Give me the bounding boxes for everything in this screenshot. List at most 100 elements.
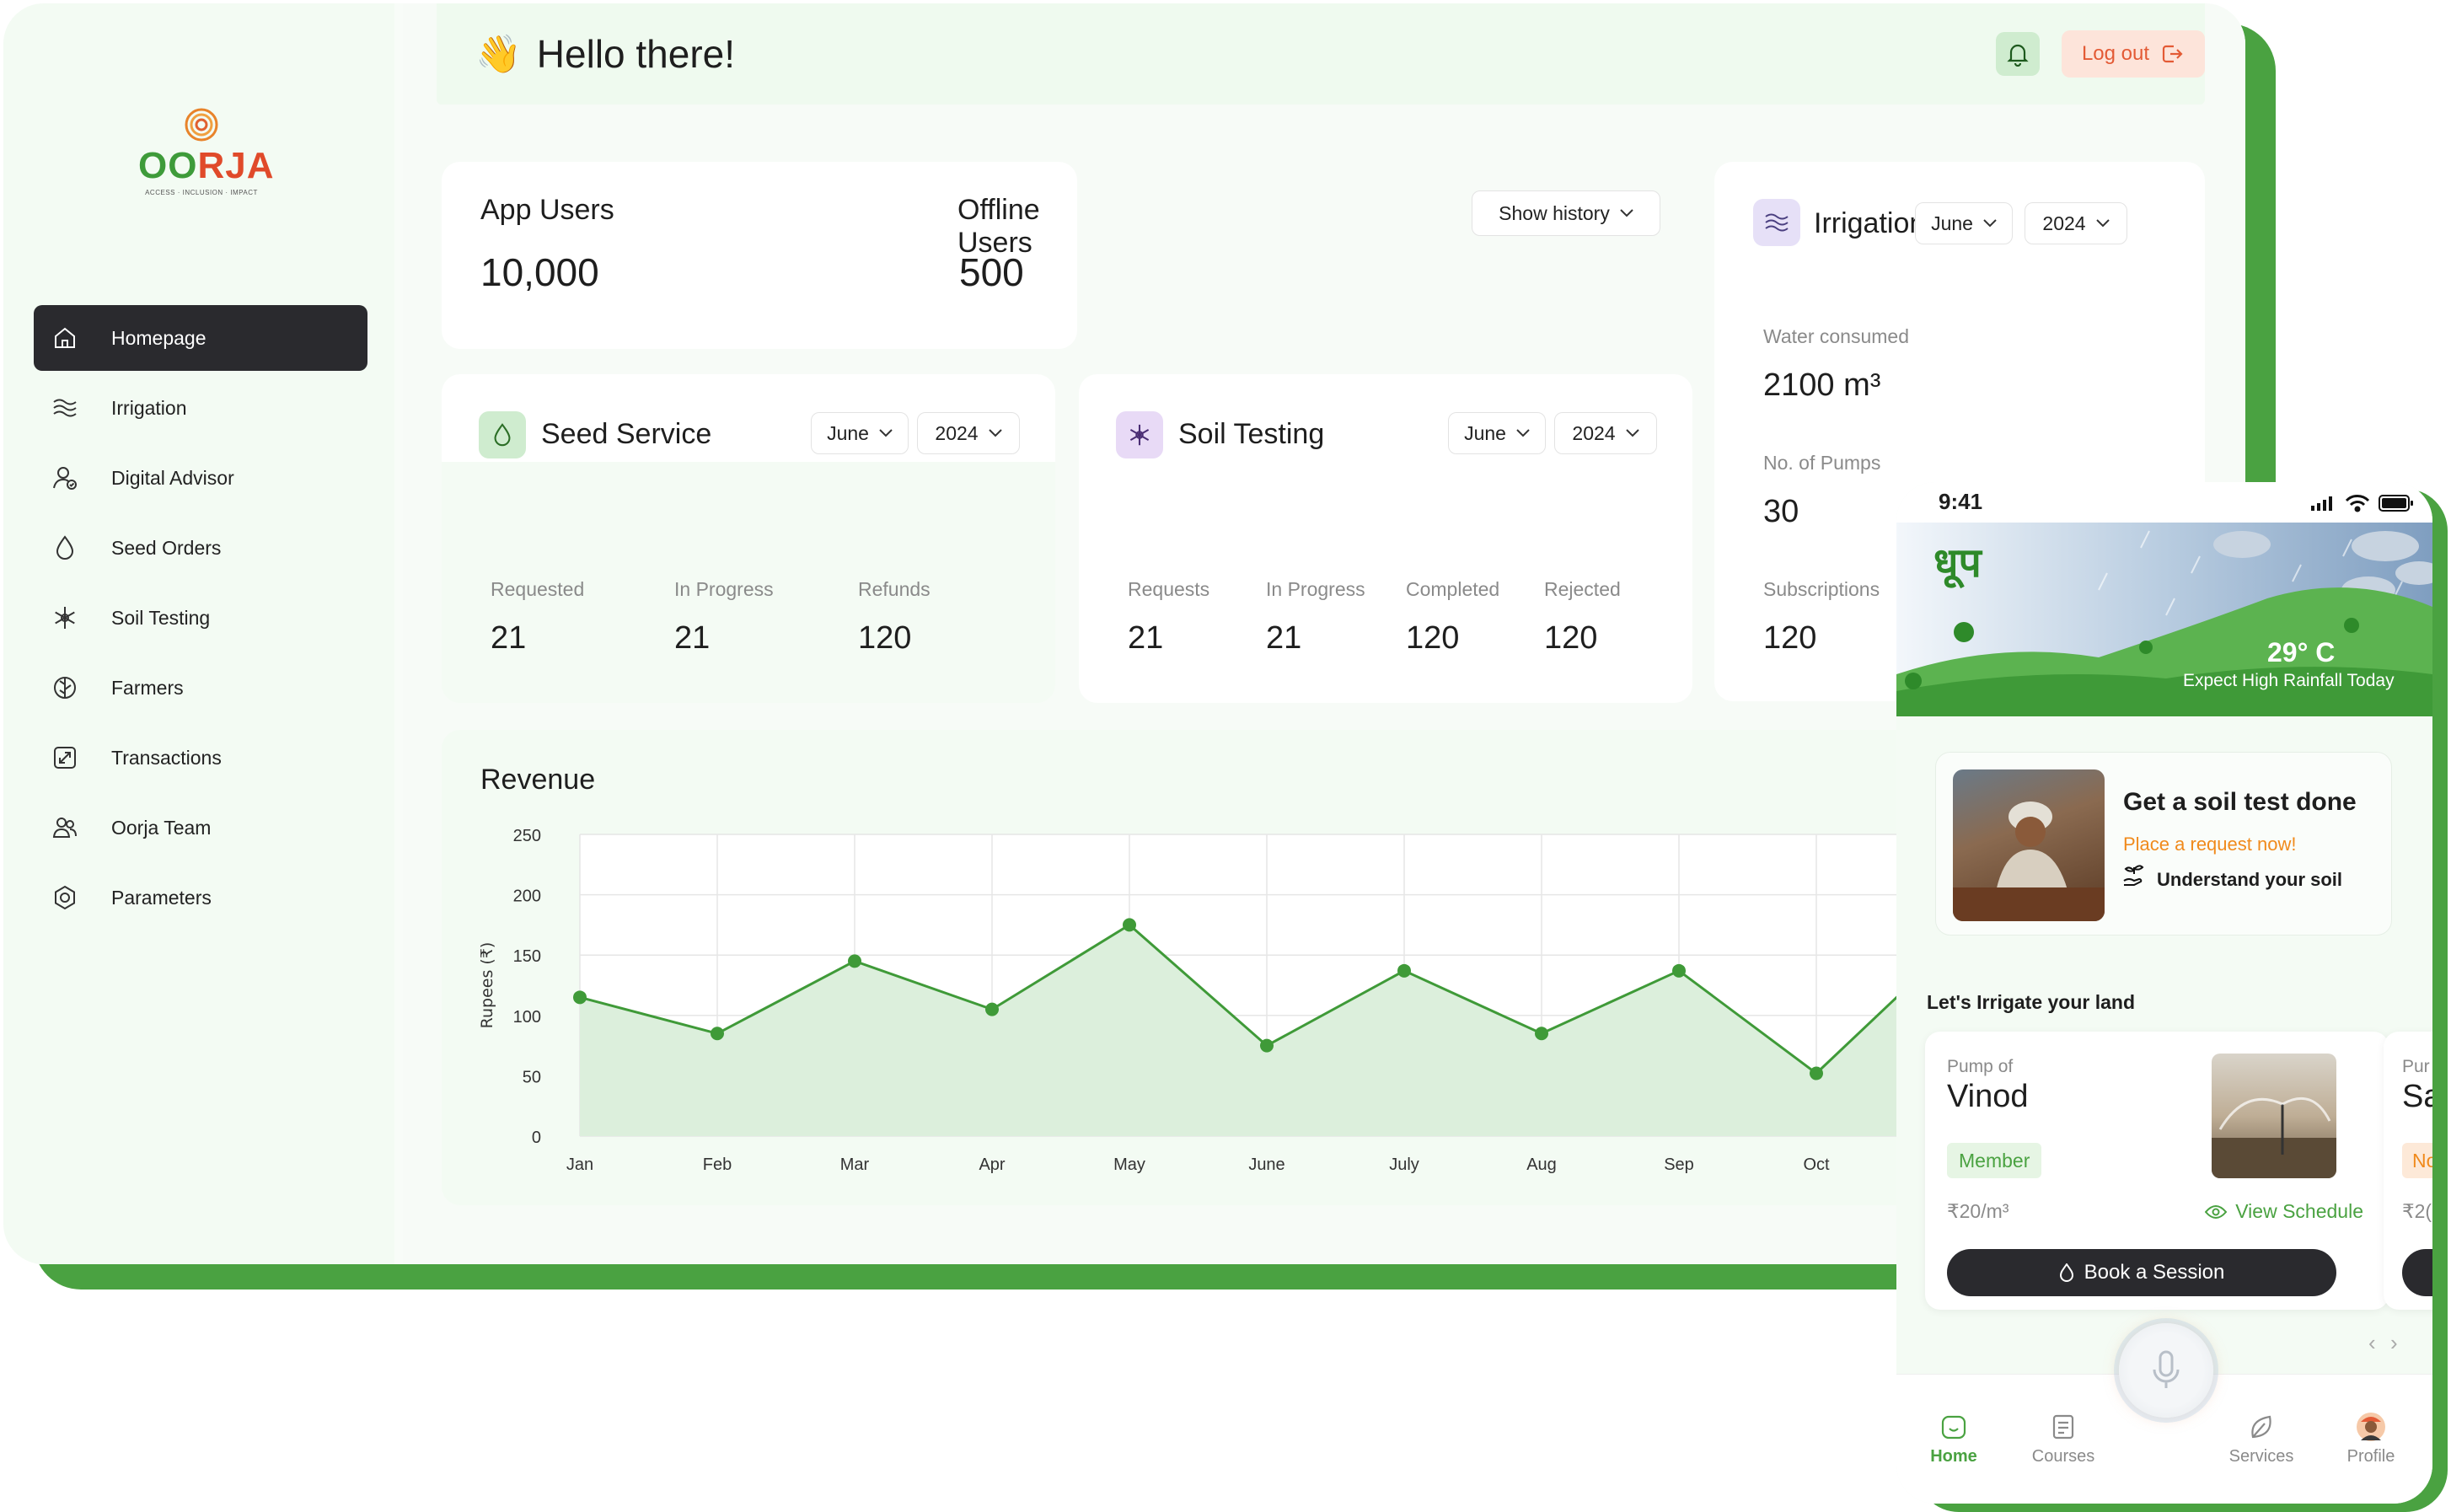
soil-card-title: Get a soil test done [2123, 788, 2357, 816]
eye-icon [2205, 1204, 2228, 1219]
irrigation-month-dropdown[interactable]: June [1915, 202, 2013, 244]
soil-completed-label: Completed [1406, 578, 1500, 600]
water-consumed-value: 2100 m³ [1763, 367, 1881, 403]
x-tick-label: Apr [979, 1155, 1005, 1174]
logout-button[interactable]: Log out [2062, 30, 2205, 78]
chevron-down-icon [879, 429, 893, 437]
soil-month-dropdown[interactable]: June [1448, 412, 1546, 454]
advisor-icon [53, 467, 77, 490]
pump-card-next[interactable]: Pur Sa No ₹2( [2384, 1032, 2432, 1310]
book-session-button-2[interactable] [2402, 1249, 2432, 1296]
x-tick-label: Aug [1526, 1155, 1557, 1174]
data-point [1672, 963, 1686, 978]
data-point [1260, 1038, 1274, 1053]
sidebar-item-label: Irrigation [111, 396, 187, 419]
nav-services[interactable]: Services [2215, 1412, 2308, 1466]
waves-icon [53, 399, 77, 417]
x-tick-label: Jan [566, 1155, 593, 1174]
pump-owner-name: Vinod [1947, 1079, 2029, 1114]
nav-services-label: Services [2228, 1447, 2294, 1466]
irrigation-month-label: June [1931, 212, 1973, 234]
chevron-down-icon [1625, 429, 1639, 437]
data-point [1123, 918, 1136, 932]
sprinkler-illustration [2212, 1096, 2336, 1178]
sidebar: OORJA ACCESS · INCLUSION · IMPACT Homepa… [3, 3, 394, 1264]
pumps-value: 30 [1763, 494, 1799, 529]
sidebar-item-parameters[interactable]: Parameters [34, 865, 367, 930]
nav-profile-label: Profile [2346, 1447, 2395, 1466]
show-history-label: Show history [1499, 201, 1610, 224]
seed-in-progress-label: In Progress [674, 578, 774, 600]
seed-year-dropdown[interactable]: 2024 [917, 412, 1020, 454]
show-history-dropdown[interactable]: Show history [1472, 190, 1660, 236]
forecast: Expect High Rainfall Today [2183, 671, 2395, 690]
offline-users-value: 500 [959, 250, 1024, 294]
sidebar-item-soil-testing[interactable]: Soil Testing [34, 585, 367, 651]
nav-home[interactable]: Home [1907, 1412, 2000, 1466]
sidebar-item-homepage[interactable]: Homepage [34, 305, 367, 371]
carousel-next-icon[interactable]: › [2390, 1330, 2398, 1356]
sidebar-item-irrigation[interactable]: Irrigation [34, 375, 367, 441]
soil-year-dropdown[interactable]: 2024 [1554, 412, 1657, 454]
weather-word: धूप [1933, 539, 1982, 587]
soil-requests-label: Requests [1128, 578, 1210, 600]
soil-test-promo-card[interactable]: Get a soil test done Place a request now… [1935, 752, 2392, 936]
waving-hand-icon: 👋 [475, 34, 522, 75]
seed-refunds-value: 120 [858, 620, 912, 656]
nav-courses-label: Courses [2031, 1447, 2095, 1466]
member-badge: Member [1947, 1143, 2042, 1178]
soil-card-cta[interactable]: Place a request now! [2123, 834, 2296, 855]
data-point [848, 954, 861, 968]
sidebar-item-label: Soil Testing [111, 606, 211, 629]
book-session-label: Book a Session [2084, 1261, 2225, 1284]
sidebar-item-farmers[interactable]: Farmers [34, 655, 367, 721]
x-tick-label: May [1113, 1155, 1145, 1174]
sidebar-nav: Homepage Irrigation Digital Advisor Seed… [34, 305, 367, 935]
sidebar-item-seed-orders[interactable]: Seed Orders [34, 515, 367, 581]
logo-wordmark: OORJA [138, 145, 275, 186]
notifications-button[interactable] [1996, 32, 2040, 76]
nav-home-label: Home [1930, 1447, 1977, 1466]
seed-service-chip [479, 411, 526, 458]
settings-icon [55, 885, 75, 910]
drop-icon [56, 535, 74, 560]
sidebar-item-label: Oorja Team [111, 816, 212, 839]
seed-requested-value: 21 [491, 620, 527, 656]
pumps-label: No. of Pumps [1763, 452, 1881, 474]
soil-rejected-value: 120 [1544, 620, 1598, 656]
voice-assistant-button[interactable] [2119, 1323, 2213, 1418]
seed-month-dropdown[interactable]: June [811, 412, 909, 454]
sidebar-item-transactions[interactable]: Transactions [34, 725, 367, 791]
y-tick-label: 0 [532, 1129, 541, 1147]
chevron-down-icon [2095, 219, 2110, 228]
soil-testing-chip [1116, 411, 1163, 458]
data-point [985, 1002, 999, 1016]
seed-in-progress-value: 21 [674, 620, 711, 656]
phone-screen: 9:41 धूप 29° C Expect High Rainfall Toda… [1896, 482, 2432, 1504]
seed-month-label: June [827, 421, 869, 444]
y-tick-label: 100 [513, 1008, 541, 1027]
nav-courses[interactable]: Courses [2017, 1412, 2110, 1466]
team-icon [52, 818, 77, 838]
data-point [1810, 1066, 1823, 1080]
soil-testing-title: Soil Testing [1178, 418, 1325, 450]
battery-icon [2379, 495, 2413, 512]
subscriptions-label: Subscriptions [1763, 578, 1880, 600]
soil-completed-value: 120 [1406, 620, 1460, 656]
view-schedule-link[interactable]: View Schedule [2205, 1200, 2363, 1223]
sidebar-item-oorja-team[interactable]: Oorja Team [34, 795, 367, 861]
soil-year-label: 2024 [1572, 421, 1616, 444]
chevron-down-icon [1620, 209, 1633, 217]
soil-card-sub: Understand your soil [2157, 869, 2343, 890]
x-tick-label: July [1389, 1155, 1419, 1174]
carousel-prev-icon[interactable]: ‹ [2368, 1330, 2376, 1356]
nav-profile[interactable]: Profile [2325, 1412, 2417, 1466]
pump-card-vinod[interactable]: Pump of Vinod Member ₹20/m³ View Schedul… [1925, 1032, 2389, 1310]
chevron-down-icon [988, 429, 1002, 437]
irrigation-year-dropdown[interactable]: 2024 [2025, 202, 2127, 244]
seed-year-label: 2024 [935, 421, 979, 444]
status-time: 9:41 [1939, 489, 1983, 514]
book-session-button[interactable]: Book a Session [1947, 1249, 2336, 1296]
app-users-label: App Users [480, 194, 614, 226]
sidebar-item-digital-advisor[interactable]: Digital Advisor [34, 445, 367, 511]
